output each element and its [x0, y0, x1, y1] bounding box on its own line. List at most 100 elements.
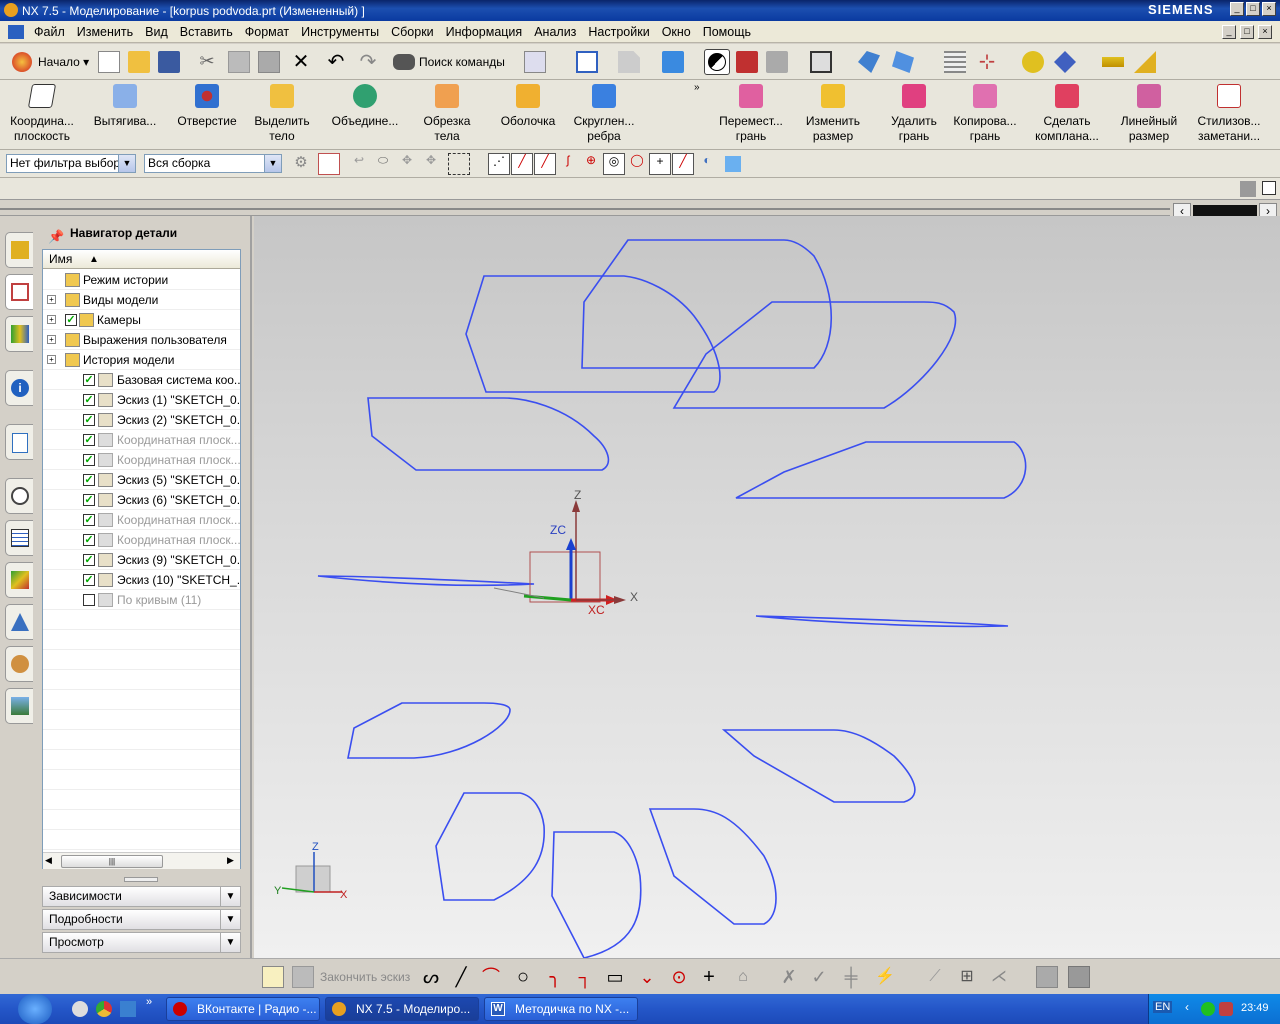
- view-orient-icon[interactable]: [618, 51, 640, 73]
- shell-button[interactable]: Оболочка: [494, 80, 562, 148]
- filter-settings-icon[interactable]: ⚙: [290, 153, 312, 175]
- start-orb-icon[interactable]: [18, 994, 52, 1024]
- reattach-icon[interactable]: [1068, 966, 1090, 988]
- toolbar-overflow-icon[interactable]: »: [694, 82, 700, 93]
- background-icon[interactable]: [810, 51, 832, 73]
- chamfer-icon[interactable]: ┐: [574, 966, 596, 988]
- details-panel[interactable]: Подробности ▼: [42, 909, 241, 930]
- quicklaunch-3-icon[interactable]: [120, 1001, 136, 1017]
- finish-sketch-button[interactable]: Закончить эскиз: [292, 966, 410, 988]
- menu-window[interactable]: Окно: [656, 25, 697, 39]
- tray-expand-icon[interactable]: ‹: [1185, 1000, 1189, 1014]
- tree-node[interactable]: + Выражения пользователя: [43, 330, 240, 350]
- snap-midpoint-icon[interactable]: ╱: [511, 153, 533, 175]
- make-corner-icon[interactable]: ╪: [840, 966, 862, 988]
- expand-icon[interactable]: +: [47, 295, 56, 304]
- copy-face-button[interactable]: Копирова... грань: [950, 80, 1020, 148]
- menu-file[interactable]: Файл: [28, 25, 71, 39]
- close-window-button[interactable]: ×: [1262, 2, 1276, 16]
- cube-view-icon[interactable]: [662, 51, 684, 73]
- resize-button[interactable]: Изменить размер: [798, 80, 868, 148]
- wireframe-icon[interactable]: [766, 51, 788, 73]
- sketch-name-icon[interactable]: [262, 966, 284, 988]
- polygon-icon[interactable]: ⌄: [636, 966, 658, 988]
- snap-arc-center-icon[interactable]: ⊕: [580, 153, 602, 175]
- web-browser-tab[interactable]: [5, 424, 33, 460]
- menu-insert[interactable]: Вставить: [174, 25, 239, 39]
- quicklaunch-more-icon[interactable]: »: [146, 996, 152, 1008]
- snap-existing-point-icon[interactable]: +: [649, 153, 671, 175]
- checkbox-icon[interactable]: ✓: [83, 554, 95, 566]
- select-gray-4-icon[interactable]: ✥: [420, 153, 442, 175]
- command-search-button[interactable]: Поиск команды: [393, 51, 505, 73]
- unite-button[interactable]: Объедине...: [326, 80, 404, 148]
- language-indicator[interactable]: EN: [1153, 1001, 1173, 1013]
- select-gray-3-icon[interactable]: ✥: [396, 153, 418, 175]
- checkbox-icon[interactable]: ✓: [83, 534, 95, 546]
- expand-icon[interactable]: +: [47, 315, 56, 324]
- tree-node[interactable]: ✓ Эскиз (9) "SKETCH_0...: [43, 550, 240, 570]
- scroll-right-arrow-icon[interactable]: ▶: [227, 855, 234, 866]
- constraints-icon[interactable]: ⟋: [924, 966, 946, 988]
- system-scenes-tab[interactable]: [5, 688, 33, 724]
- manufacturing-wizards-tab[interactable]: [5, 562, 33, 598]
- paste-icon[interactable]: [258, 51, 280, 73]
- volume-icon[interactable]: [1219, 1002, 1233, 1016]
- task-nx[interactable]: NX 7.5 - Моделиро...: [325, 997, 479, 1021]
- reuse-library-tab[interactable]: [5, 316, 33, 352]
- move-face-button[interactable]: Перемест... грань: [714, 80, 788, 148]
- new-file-icon[interactable]: [98, 51, 120, 73]
- redo-icon[interactable]: ↷: [357, 51, 379, 73]
- hole-button[interactable]: Отверстие: [172, 80, 242, 148]
- hd3d-tab[interactable]: i: [5, 370, 33, 406]
- snap-on-surface-icon[interactable]: ╱: [672, 153, 694, 175]
- tree-node[interactable]: ✓ Координатная плоск...: [43, 430, 240, 450]
- checkbox-icon[interactable]: ✓: [83, 514, 95, 526]
- snap-bounded-icon[interactable]: ◐: [696, 153, 718, 175]
- doc-restore-button[interactable]: □: [1240, 25, 1254, 39]
- menu-edit[interactable]: Изменить: [71, 25, 139, 39]
- circle-icon[interactable]: ○: [512, 966, 534, 988]
- tree-node[interactable]: ✓ Координатная плоск...: [43, 510, 240, 530]
- checkbox-icon[interactable]: ✓: [83, 434, 95, 446]
- tree-node[interactable]: ✓ Базовая система коо...: [43, 370, 240, 390]
- dock-gray-icon[interactable]: [1240, 181, 1256, 197]
- scroll-left-arrow-icon[interactable]: ◀: [45, 855, 52, 866]
- assembly-navigator-tab[interactable]: [5, 232, 33, 268]
- tree-node[interactable]: + История модели: [43, 350, 240, 370]
- dimension-icon[interactable]: ⊞: [956, 966, 978, 988]
- measure-icon[interactable]: [1102, 57, 1124, 67]
- tree-node[interactable]: ✓ Эскиз (6) "SKETCH_0...: [43, 490, 240, 510]
- snap-control-icon[interactable]: ╱: [534, 153, 556, 175]
- trim-body-button[interactable]: Обрезка тела: [414, 80, 480, 148]
- doc-close-button[interactable]: ×: [1258, 25, 1272, 39]
- show-hide-icon[interactable]: [1054, 51, 1076, 73]
- profile-icon[interactable]: ᔕ: [420, 966, 442, 988]
- checkbox-icon[interactable]: ✓: [83, 494, 95, 506]
- menu-assemblies[interactable]: Сборки: [385, 25, 440, 39]
- delete-face-button[interactable]: Удалить грань: [882, 80, 946, 148]
- select-gray-2-icon[interactable]: ⬭: [372, 153, 394, 175]
- auto-constrain-icon[interactable]: ⋌: [988, 966, 1010, 988]
- tree-node[interactable]: ✓ Эскиз (5) "SKETCH_0...: [43, 470, 240, 490]
- datum-plane-button[interactable]: Координа... плоскость: [6, 80, 78, 148]
- dock-restore-icon[interactable]: [1262, 181, 1276, 195]
- name-column-header[interactable]: Имя ▲: [43, 250, 240, 269]
- scope-select[interactable]: Вся сборка ▼: [144, 154, 282, 173]
- mirror-curve-icon[interactable]: ⚡: [874, 966, 896, 988]
- tree-scroll-thumb[interactable]: |||: [61, 855, 163, 868]
- select-gray-1-icon[interactable]: ↩: [348, 153, 370, 175]
- linear-dimension-button[interactable]: Линейный размер: [1114, 80, 1184, 148]
- checkbox-icon[interactable]: ✓: [83, 454, 95, 466]
- roles-tab[interactable]: [5, 604, 33, 640]
- wcs-icon[interactable]: [858, 51, 880, 73]
- tree-node[interactable]: ✓ Эскиз (1) "SKETCH_0...: [43, 390, 240, 410]
- edge-blend-button[interactable]: Скруглен... ребра: [568, 80, 640, 148]
- offset-curve-icon[interactable]: ⌂: [732, 966, 754, 988]
- move-object-icon[interactable]: [892, 51, 914, 73]
- rectangle-icon[interactable]: ▭: [604, 966, 626, 988]
- tree-node[interactable]: ✓ Эскиз (2) "SKETCH_0...: [43, 410, 240, 430]
- analysis-icon[interactable]: [1022, 51, 1044, 73]
- checkbox-icon[interactable]: ✓: [83, 394, 95, 406]
- process-studio-tab[interactable]: [5, 520, 33, 556]
